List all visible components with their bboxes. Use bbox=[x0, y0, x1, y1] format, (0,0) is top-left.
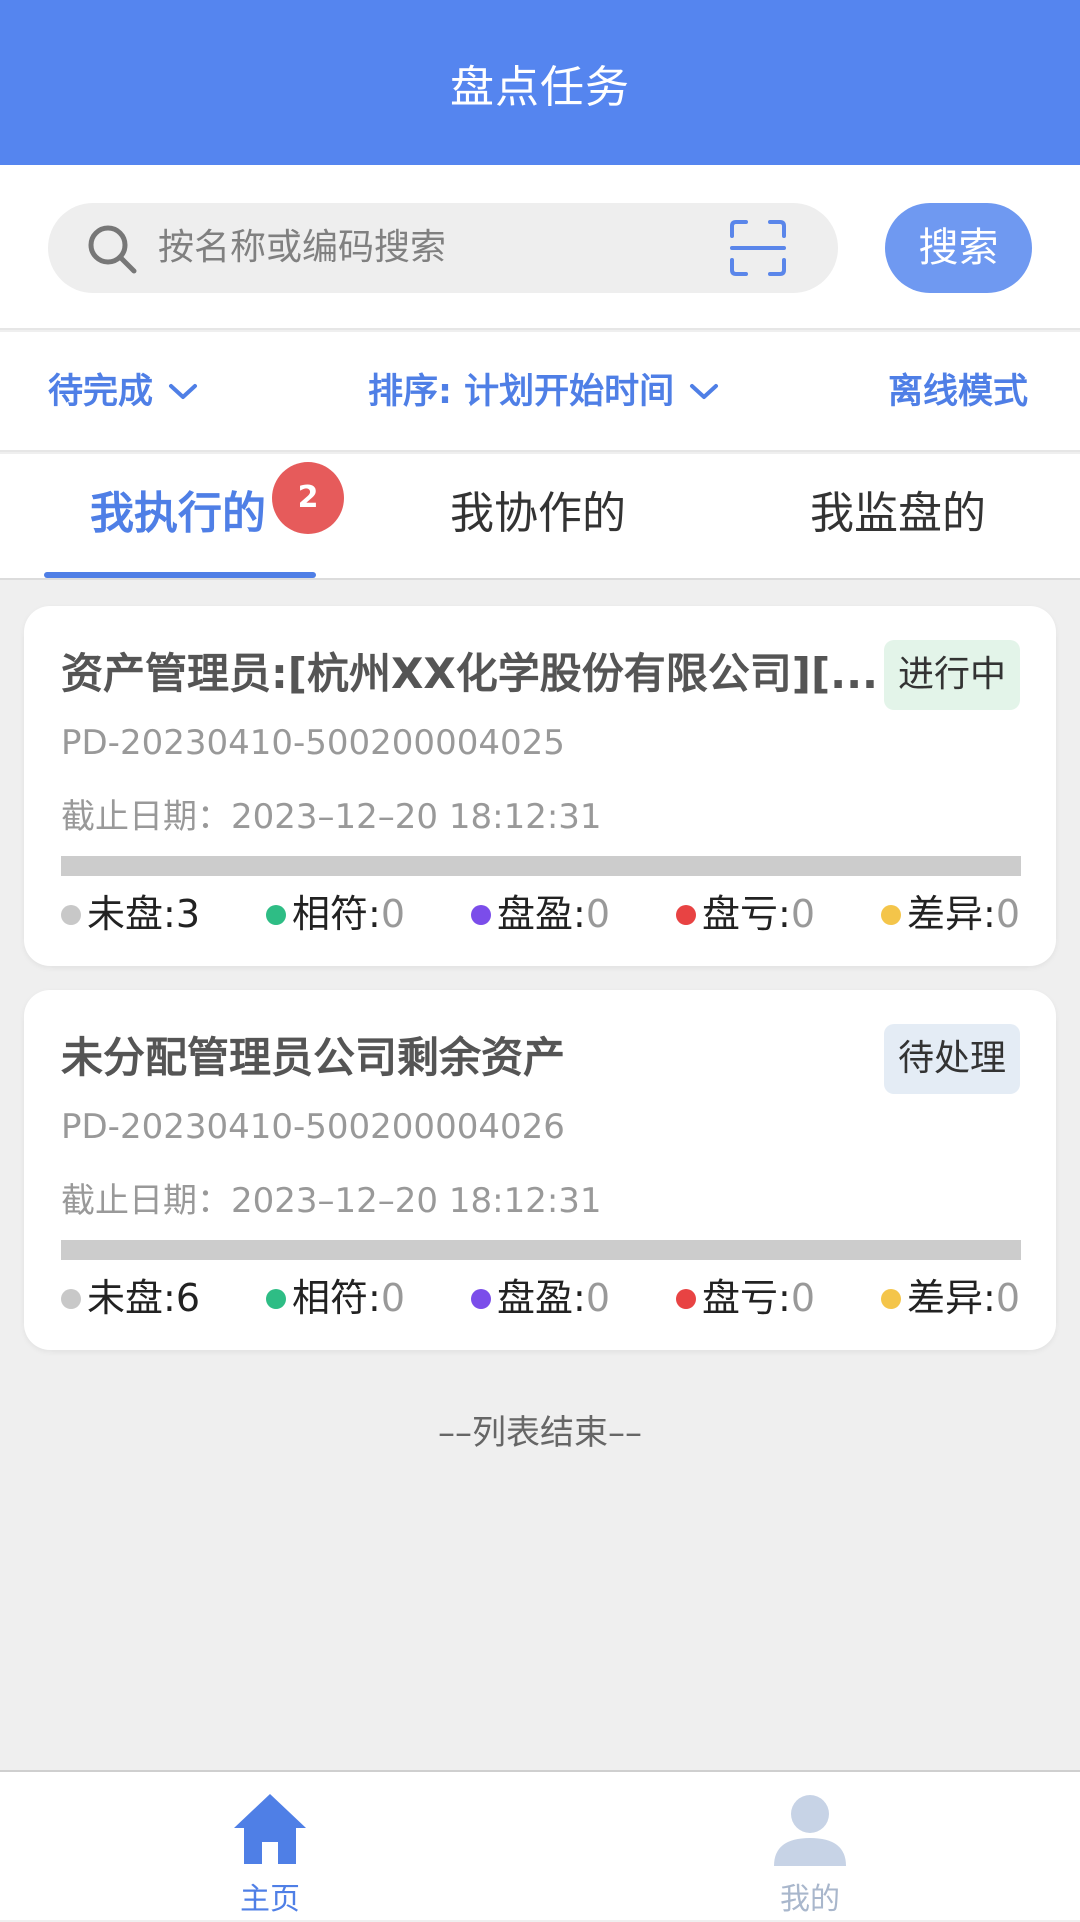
unchecked-dot-icon bbox=[61, 1288, 81, 1309]
task-deadline: 截止日期：2023–12–20 18:12:31 bbox=[61, 1181, 602, 1221]
stat-diff: 差异:0 bbox=[881, 884, 1020, 944]
loss-dot-icon bbox=[676, 1288, 696, 1309]
status-badge: 进行中 bbox=[883, 640, 1020, 710]
diff-dot-icon bbox=[881, 904, 901, 925]
active-tab-indicator bbox=[44, 572, 316, 578]
stat-label: 盘盈: bbox=[497, 1276, 586, 1320]
stat-diff: 差异:0 bbox=[881, 1268, 1020, 1328]
match-dot-icon bbox=[266, 1288, 286, 1309]
search-input[interactable]: 按名称或编码搜索 bbox=[48, 203, 838, 293]
task-tabs: 我执行的 我协作的 我监盘的 bbox=[0, 454, 1080, 580]
sort-filter-label: 排序: 计划开始时间 bbox=[368, 372, 675, 412]
match-dot-icon bbox=[266, 904, 286, 925]
search-icon bbox=[88, 225, 137, 274]
task-deadline: 截止日期：2023–12–20 18:12:31 bbox=[61, 797, 602, 837]
task-stats: 未盘:3 相符:0 盘盈:0 盘亏:0 差异:0 bbox=[61, 884, 1036, 944]
stat-value: 0 bbox=[995, 1276, 1020, 1320]
stat-loss: 盘亏:0 bbox=[676, 884, 815, 944]
task-code: PD-20230410-500200004026 bbox=[61, 1107, 565, 1147]
search-bar: 按名称或编码搜索 搜索 bbox=[0, 165, 1080, 330]
task-card[interactable]: 资产管理员:[杭州XX化学股份有限公司][... 进行中 PD-20230410… bbox=[24, 606, 1056, 966]
loss-dot-icon bbox=[676, 904, 696, 925]
tab-collaborating[interactable]: 我协作的 bbox=[450, 454, 626, 580]
stat-unchecked: 未盘:6 bbox=[61, 1268, 200, 1328]
task-card[interactable]: 未分配管理员公司剩余资产 待处理 PD-20230410-50020000402… bbox=[24, 990, 1056, 1350]
stat-label: 盘亏: bbox=[702, 1276, 791, 1320]
stat-label: 盘亏: bbox=[702, 892, 791, 936]
stat-value: 0 bbox=[790, 1276, 815, 1320]
task-title: 资产管理员:[杭州XX化学股份有限公司][... bbox=[61, 649, 879, 698]
offline-mode-toggle[interactable]: 离线模式 bbox=[888, 332, 1028, 452]
stat-value: 6 bbox=[175, 1276, 200, 1320]
chevron-down-icon bbox=[690, 384, 719, 399]
list-end-text: ––列表结束–– bbox=[438, 1413, 642, 1453]
tab-executing[interactable]: 我执行的 bbox=[90, 454, 266, 580]
stat-value: 0 bbox=[380, 1276, 405, 1320]
stat-match: 相符:0 bbox=[266, 884, 405, 944]
diff-dot-icon bbox=[881, 1288, 901, 1309]
tabbar-label: 主页 bbox=[240, 1882, 300, 1917]
tabbar-label: 我的 bbox=[780, 1882, 840, 1917]
surplus-dot-icon bbox=[471, 1288, 491, 1309]
stat-label: 未盘: bbox=[87, 892, 176, 936]
tabbar-item-home[interactable]: 主页 bbox=[170, 1772, 370, 1922]
stat-label: 差异: bbox=[907, 892, 996, 936]
page-title: 盘点任务 bbox=[450, 61, 630, 113]
chevron-down-icon bbox=[169, 384, 198, 399]
stat-label: 相符: bbox=[292, 1276, 381, 1320]
status-filter-label: 待完成 bbox=[48, 372, 154, 412]
stat-loss: 盘亏:0 bbox=[676, 1268, 815, 1328]
status-badge: 待处理 bbox=[883, 1024, 1020, 1094]
stat-value: 0 bbox=[380, 892, 405, 936]
stat-label: 未盘: bbox=[87, 1276, 176, 1320]
stat-value: 0 bbox=[995, 892, 1020, 936]
stat-surplus: 盘盈:0 bbox=[471, 1268, 610, 1328]
offline-mode-label: 离线模式 bbox=[888, 372, 1029, 412]
tabbar-item-profile[interactable]: 我的 bbox=[710, 1772, 910, 1922]
stat-surplus: 盘盈:0 bbox=[471, 884, 610, 944]
surplus-dot-icon bbox=[471, 904, 491, 925]
stat-label: 相符: bbox=[292, 892, 381, 936]
search-button[interactable]: 搜索 bbox=[885, 203, 1032, 293]
status-filter[interactable]: 待完成 bbox=[48, 332, 199, 452]
search-placeholder: 按名称或编码搜索 bbox=[158, 227, 447, 268]
stat-unchecked: 未盘:3 bbox=[61, 884, 200, 944]
sort-filter[interactable]: 排序: 计划开始时间 bbox=[368, 332, 720, 452]
home-icon bbox=[234, 1794, 306, 1864]
stat-value: 3 bbox=[175, 892, 200, 936]
progress-bar bbox=[61, 1240, 1021, 1260]
app-header: 盘点任务 bbox=[0, 0, 1080, 165]
progress-bar bbox=[61, 856, 1021, 876]
bottom-tab-bar: 主页 我的 bbox=[0, 1770, 1080, 1920]
task-code: PD-20230410-500200004025 bbox=[61, 723, 565, 763]
unchecked-dot-icon bbox=[61, 904, 81, 925]
tab-badge-count: 2 bbox=[272, 462, 344, 534]
stat-label: 盘盈: bbox=[497, 892, 586, 936]
tab-supervising[interactable]: 我监盘的 bbox=[810, 454, 986, 580]
scan-icon[interactable] bbox=[728, 218, 788, 278]
user-icon bbox=[774, 1795, 846, 1866]
stat-value: 0 bbox=[585, 892, 610, 936]
task-stats: 未盘:6 相符:0 盘盈:0 盘亏:0 差异:0 bbox=[61, 1268, 1036, 1328]
stat-value: 0 bbox=[585, 1276, 610, 1320]
stat-value: 0 bbox=[790, 892, 815, 936]
stat-label: 差异: bbox=[907, 1276, 996, 1320]
filter-row: 待完成 排序: 计划开始时间 离线模式 bbox=[0, 332, 1080, 452]
stat-match: 相符:0 bbox=[266, 1268, 405, 1328]
task-title: 未分配管理员公司剩余资产 bbox=[61, 1033, 566, 1082]
